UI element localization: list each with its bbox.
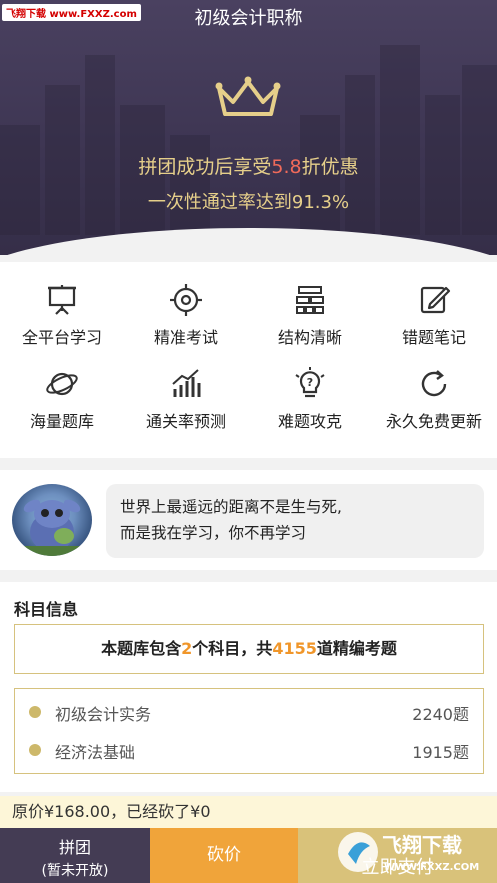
target-icon (170, 284, 202, 316)
subject-list: 初级会计实务 2240题 经济法基础 1915题 (14, 688, 484, 774)
avatar (12, 484, 92, 556)
feature-error-notes[interactable]: 错题笔记 (372, 282, 496, 348)
edit-note-icon (420, 286, 451, 314)
motto-section: 世界上最遥远的距离不是生与死, 而是我在学习，你不再学习 (0, 470, 497, 570)
pass-rate-text: 一次性通过率达到91.3% (147, 192, 350, 213)
feature-pass-prediction[interactable]: 通关率预测 (124, 366, 248, 432)
bullet-dot (29, 744, 41, 756)
refresh-icon (421, 370, 447, 397)
motto-line-1: 世界上最遥远的距离不是生与死, (120, 498, 342, 516)
subject-row-economic-law[interactable]: 经济法基础 1915题 (15, 733, 483, 769)
pay-now-button[interactable]: 立即支付 (298, 828, 497, 883)
bar-chart-icon (172, 369, 201, 397)
feature-hard-problems[interactable]: ? 难题攻克 (248, 366, 372, 432)
feature-clear-structure[interactable]: 结构清晰 (248, 282, 372, 348)
motto-line-2: 而是我在学习，你不再学习 (120, 524, 307, 542)
header-banner: 初级会计职称 飞翔下载 www.FXXZ.com 拼团成功后享受5.8折优惠 一… (0, 0, 497, 255)
subject-row-accounting[interactable]: 初级会计实务 2240题 (15, 695, 483, 731)
subject-info-title: 科目信息 (14, 600, 79, 619)
feature-precise-exam[interactable]: 精准考试 (124, 282, 248, 348)
easel-icon (48, 285, 76, 315)
subject-info-section: 科目信息 本题库包含2个科目，共4155道精编考题 初级会计实务 2240题 经… (0, 582, 497, 792)
feature-all-platform[interactable]: 全平台学习 (0, 282, 124, 348)
group-buy-button[interactable]: 拼团 (暂未开放) (0, 828, 150, 883)
bulb-icon: ? (295, 367, 325, 398)
bottom-action-bar: 拼团 (暂未开放) 砍价 立即支付 (0, 828, 497, 883)
bullet-dot (29, 706, 41, 718)
promo-discount-text: 拼团成功后享受5.8折优惠 (138, 156, 359, 178)
watermark-badge: 飞翔下载 www.FXXZ.com (2, 4, 141, 21)
planet-icon (46, 372, 78, 396)
feature-free-updates[interactable]: 永久免费更新 (372, 366, 496, 432)
bargain-button[interactable]: 砍价 (150, 828, 298, 883)
svg-text:?: ? (307, 376, 313, 389)
subject-summary: 本题库包含2个科目，共4155道精编考题 (14, 624, 484, 674)
price-info-bar: 原价¥168.00，已经砍了¥0 (0, 796, 497, 828)
crown-icon (215, 76, 281, 116)
discount-value: 5.8 (271, 156, 302, 178)
question-count: 4155 (272, 639, 317, 658)
motto-bubble: 世界上最遥远的距离不是生与死, 而是我在学习，你不再学习 (106, 484, 484, 558)
feature-grid: 全平台学习 精准考试 结构清晰 错题笔记 海量题库 通关率预测 ? 难题攻克 永… (0, 262, 497, 458)
subject-count: 2 (181, 639, 193, 658)
structure-icon (296, 286, 324, 314)
feature-question-bank[interactable]: 海量题库 (0, 366, 124, 432)
